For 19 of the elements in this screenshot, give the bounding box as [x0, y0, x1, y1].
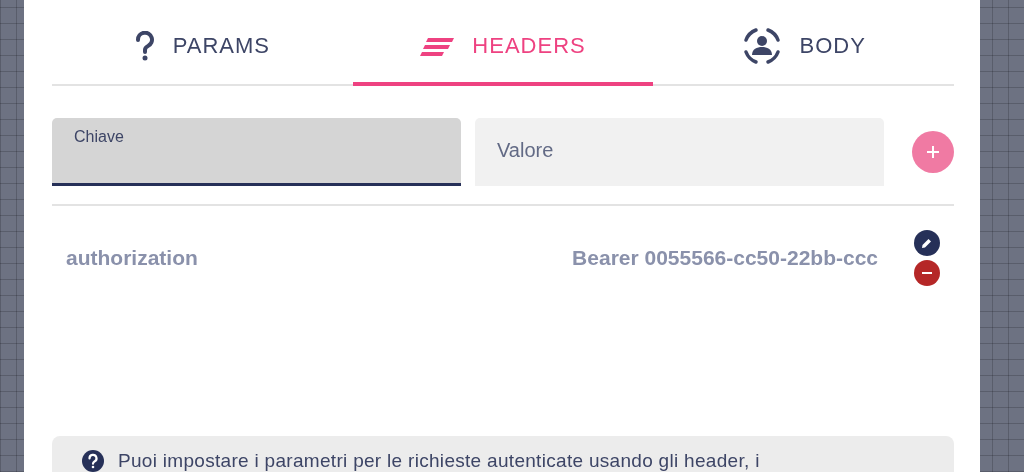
field-label: Chiave — [74, 128, 125, 146]
pencil-icon — [921, 237, 933, 249]
header-value: Bearer 0055566-cc50-22bb-ccc — [572, 246, 878, 270]
tab[interactable]: PARAMS — [52, 0, 353, 86]
key-field[interactable]: Chiave — [52, 118, 461, 186]
question-icon — [134, 31, 155, 61]
header-key: authorization — [66, 246, 573, 270]
help-icon — [82, 450, 104, 472]
tab[interactable]: BODY — [653, 0, 954, 86]
edit-button[interactable] — [914, 230, 940, 256]
lines-icon — [420, 36, 455, 56]
plus-icon — [926, 145, 940, 159]
value-field[interactable]: Valore — [475, 118, 884, 186]
remove-button[interactable] — [914, 260, 940, 286]
user-frame-icon — [741, 26, 782, 66]
minus-icon — [922, 272, 932, 274]
tab[interactable]: HEADERS — [352, 0, 654, 86]
add-button[interactable] — [912, 131, 954, 173]
help-text: Puoi impostare i parametri per le richieste autenticate usando gli header, i — [118, 450, 760, 472]
